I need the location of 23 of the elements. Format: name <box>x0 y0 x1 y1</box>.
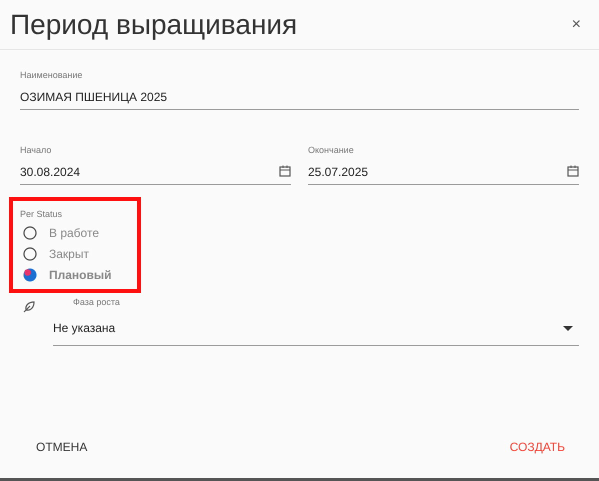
calendar-icon[interactable] <box>279 165 291 177</box>
radio-button[interactable] <box>23 268 37 282</box>
radio-button[interactable] <box>23 246 37 260</box>
leaf-icon <box>23 300 36 313</box>
name-field[interactable]: Наименование ОЗИМАЯ ПШЕНИЦА 2025 <box>20 70 579 110</box>
field-label: Окончание <box>308 145 355 155</box>
close-button[interactable]: × <box>568 16 585 34</box>
cancel-button[interactable]: ОТМЕНА <box>26 436 98 458</box>
group-label: Per Status <box>20 209 64 219</box>
field-value: 25.07.2025 <box>308 165 368 179</box>
date-field[interactable]: Окончание 25.07.2025 <box>308 145 579 185</box>
field-label: Фаза роста <box>72 297 121 307</box>
dropdown-caret-icon <box>563 326 573 330</box>
field-value: 30.08.2024 <box>20 165 80 179</box>
calendar-icon[interactable] <box>567 165 579 177</box>
create-button[interactable]: СОЗДАТЬ <box>500 436 575 458</box>
field-label: Начало <box>20 145 52 155</box>
field-label: Наименование <box>20 70 84 80</box>
phase-dropdown[interactable]: Не указана <box>53 311 579 346</box>
field-value: ОЗИМАЯ ПШЕНИЦА 2025 <box>20 90 168 104</box>
radio-button[interactable] <box>23 226 37 240</box>
dialog-title: Период выращивания <box>10 8 298 40</box>
date-field[interactable]: Начало 30.08.2024 <box>20 145 291 185</box>
